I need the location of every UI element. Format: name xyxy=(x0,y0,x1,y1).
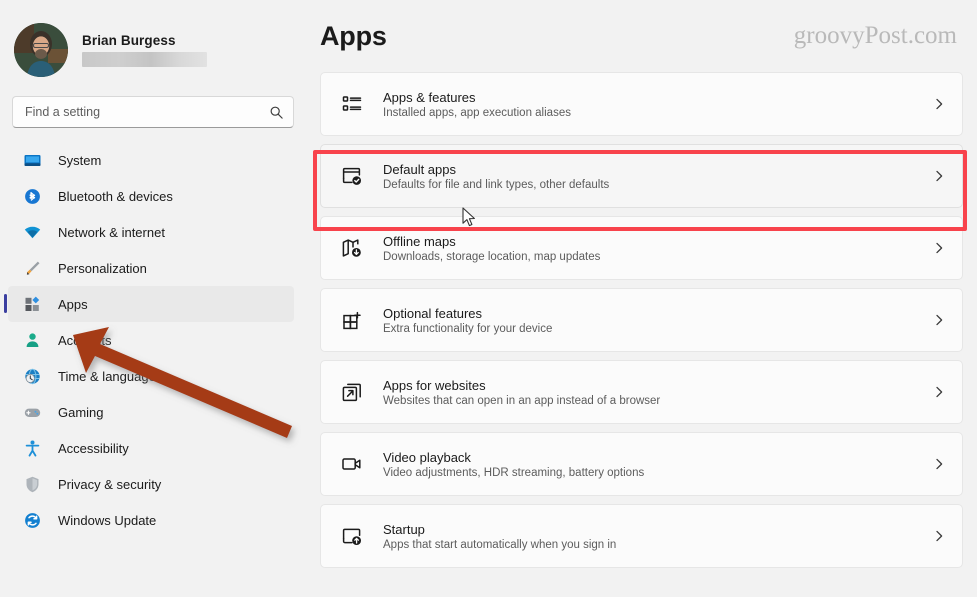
card-title: Startup xyxy=(383,521,425,537)
paintbrush-icon xyxy=(22,258,42,278)
window-check-icon xyxy=(339,163,365,189)
sidebar-item-label: Accessibility xyxy=(58,440,129,456)
chevron-right-icon[interactable] xyxy=(932,313,946,327)
sidebar-item-network-internet[interactable]: Network & internet xyxy=(8,214,294,250)
card-title: Default apps xyxy=(383,161,456,177)
apps-grid-icon xyxy=(22,294,42,314)
video-camera-icon xyxy=(339,451,365,477)
accessibility-icon xyxy=(22,438,42,458)
card-subtitle: Defaults for file and link types, other … xyxy=(383,178,610,191)
sidebar-item-label: System xyxy=(58,152,102,168)
card-subtitle: Installed apps, app execution aliases xyxy=(383,106,571,119)
sidebar-item-windows-update[interactable]: Windows Update xyxy=(8,502,294,538)
card-subtitle: Video adjustments, HDR streaming, batter… xyxy=(383,466,645,479)
card-title: Video playback xyxy=(383,449,471,465)
update-refresh-icon xyxy=(22,510,42,530)
bluetooth-icon xyxy=(22,186,42,206)
search-input[interactable] xyxy=(25,105,269,119)
sidebar-item-time-language[interactable]: Time & language xyxy=(8,358,294,394)
sidebar-item-gaming[interactable]: Gaming xyxy=(8,394,294,430)
sidebar: Brian Burgess Sys xyxy=(0,0,310,597)
avatar[interactable] xyxy=(14,23,68,77)
shield-icon xyxy=(22,474,42,494)
settings-card-video-playback[interactable]: Video playback Video adjustments, HDR st… xyxy=(320,432,963,496)
user-profile[interactable]: Brian Burgess xyxy=(0,10,310,82)
sidebar-item-label: Network & internet xyxy=(58,224,165,240)
settings-card-apps-features[interactable]: Apps & features Installed apps, app exec… xyxy=(320,72,963,136)
settings-card-list: Apps & features Installed apps, app exec… xyxy=(320,72,963,568)
settings-card-apps-for-websites[interactable]: Apps for websites Websites that can open… xyxy=(320,360,963,424)
sidebar-item-label: Time & language xyxy=(58,368,156,384)
main-header: Apps groovyPost.com xyxy=(320,0,963,72)
watermark: groovyPost.com xyxy=(793,22,957,49)
person-icon xyxy=(22,330,42,350)
card-subtitle: Websites that can open in an app instead… xyxy=(383,394,661,407)
card-title: Optional features xyxy=(383,305,483,321)
card-title: Offline maps xyxy=(383,233,456,249)
sidebar-item-privacy-security[interactable]: Privacy & security xyxy=(8,466,294,502)
sidebar-item-label: Bluetooth & devices xyxy=(58,188,173,204)
chevron-right-icon[interactable] xyxy=(932,529,946,543)
card-subtitle: Downloads, storage location, map updates xyxy=(383,250,601,263)
user-name: Brian Burgess xyxy=(82,33,176,48)
sidebar-item-label: Gaming xyxy=(58,404,104,420)
settings-card-offline-maps[interactable]: Offline maps Downloads, storage location… xyxy=(320,216,963,280)
sidebar-item-accessibility[interactable]: Accessibility xyxy=(8,430,294,466)
settings-card-optional-features[interactable]: Optional features Extra functionality fo… xyxy=(320,288,963,352)
settings-card-default-apps[interactable]: Default apps Defaults for file and link … xyxy=(320,144,963,208)
gamepad-icon xyxy=(22,402,42,422)
main-content: Apps groovyPost.com Apps & features Inst… xyxy=(310,0,977,597)
sidebar-item-label: Windows Update xyxy=(58,512,157,528)
card-title: Apps & features xyxy=(383,89,476,105)
sidebar-item-label: Personalization xyxy=(58,260,147,276)
settings-window: Brian Burgess Sys xyxy=(0,0,977,597)
monitor-icon xyxy=(22,150,42,170)
sidebar-item-apps[interactable]: Apps xyxy=(4,286,294,322)
search-icon[interactable] xyxy=(269,105,284,120)
sidebar-item-accounts[interactable]: Accounts xyxy=(8,322,294,358)
grid-plus-icon xyxy=(339,307,365,333)
wifi-icon xyxy=(22,222,42,242)
card-subtitle: Extra functionality for your device xyxy=(383,322,553,335)
chevron-right-icon[interactable] xyxy=(932,457,946,471)
map-download-icon xyxy=(339,235,365,261)
card-subtitle: Apps that start automatically when you s… xyxy=(383,538,617,551)
chevron-right-icon[interactable] xyxy=(932,241,946,255)
chevron-right-icon[interactable] xyxy=(932,97,946,111)
sidebar-nav: System Bluetooth & devices Network & int… xyxy=(0,142,310,538)
search-box[interactable] xyxy=(12,96,294,128)
settings-card-startup[interactable]: Startup Apps that start automatically wh… xyxy=(320,504,963,568)
page-title: Apps xyxy=(320,20,387,51)
sidebar-item-system[interactable]: System xyxy=(8,142,294,178)
clock-globe-icon xyxy=(22,366,42,386)
account-email-redacted xyxy=(82,52,207,67)
sidebar-item-label: Accounts xyxy=(58,332,112,348)
chevron-right-icon[interactable] xyxy=(932,169,946,183)
chevron-right-icon[interactable] xyxy=(932,385,946,399)
sidebar-item-label: Apps xyxy=(58,296,88,312)
sidebar-item-label: Privacy & security xyxy=(58,476,162,492)
window-uparrow-icon xyxy=(339,523,365,549)
external-link-icon xyxy=(339,379,365,405)
sidebar-item-bluetooth-devices[interactable]: Bluetooth & devices xyxy=(8,178,294,214)
list-bullets-icon xyxy=(339,91,365,117)
card-title: Apps for websites xyxy=(383,377,486,393)
sidebar-item-personalization[interactable]: Personalization xyxy=(8,250,294,286)
